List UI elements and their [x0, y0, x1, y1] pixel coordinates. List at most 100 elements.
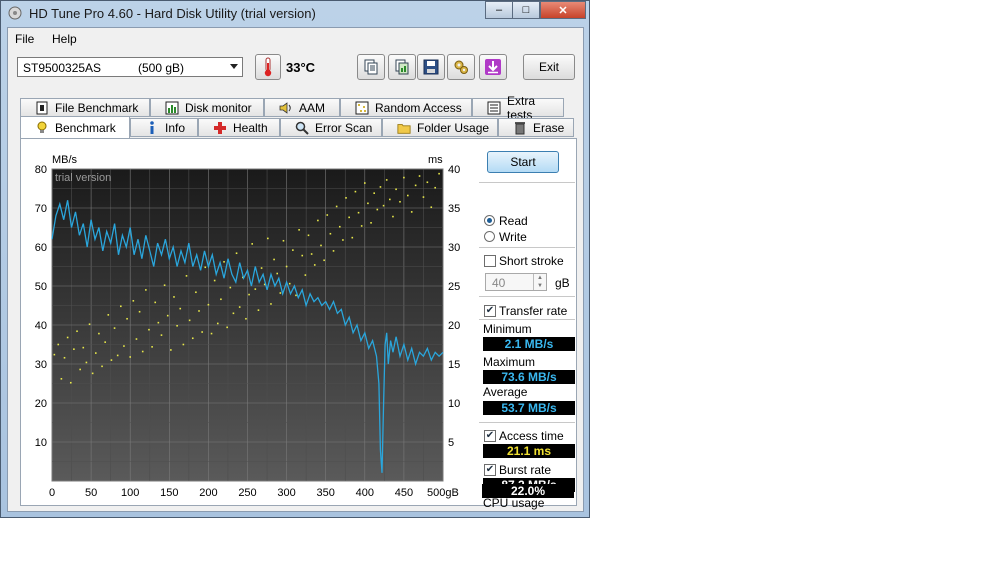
drive-select[interactable]: ST9500325AS (500 gB): [17, 57, 243, 77]
burst-rate-checkbox[interactable]: ✔: [484, 464, 496, 476]
x-tick-label: 350: [317, 487, 335, 499]
access-time-point: [338, 225, 341, 228]
short-stroke-stepper[interactable]: 40 ▲ ▼: [485, 273, 547, 291]
transfer-rate-checkbox[interactable]: ✔: [484, 305, 496, 317]
access-time-point: [63, 356, 66, 359]
tab-label: Random Access: [375, 100, 462, 115]
access-time-point: [145, 289, 147, 291]
y-left-tick-label: 70: [35, 203, 47, 215]
thermometer-icon: [264, 57, 272, 77]
stepper-down-icon[interactable]: ▼: [533, 282, 546, 290]
menu-help[interactable]: Help: [52, 32, 77, 46]
access-time-point: [379, 186, 382, 188]
access-time-checkbox[interactable]: ✔: [484, 430, 496, 442]
y-right-tick-label: 25: [448, 281, 460, 293]
access-time-point: [414, 184, 417, 187]
access-time-point: [53, 353, 56, 356]
drive-size: (500 gB): [138, 61, 185, 75]
access-time-point: [326, 214, 329, 216]
access-time-point: [138, 310, 141, 313]
close-button[interactable]: ✕: [540, 1, 586, 19]
access-time-point: [376, 208, 379, 211]
access-time-point: [323, 259, 325, 262]
copy-screenshot-button[interactable]: [388, 54, 416, 80]
save-button[interactable]: [417, 54, 445, 80]
access-time-point: [254, 288, 257, 290]
trial-watermark: trial version: [55, 172, 111, 184]
access-time-point: [301, 254, 304, 257]
short-stroke-label: Short stroke: [499, 254, 564, 268]
x-tick-label: 100: [121, 487, 139, 499]
tab-label: Folder Usage: [417, 120, 490, 135]
access-time-point: [329, 232, 332, 235]
access-time-point: [154, 301, 157, 304]
access-time-point: [148, 328, 150, 331]
stepper-up-icon[interactable]: ▲: [533, 274, 546, 282]
tab-label: Health: [233, 120, 268, 135]
access-time-point: [76, 330, 78, 333]
access-time-point: [304, 274, 307, 276]
access-time-point: [101, 365, 103, 368]
access-time-point: [173, 296, 175, 298]
access-time-label: Access time: [499, 429, 564, 443]
tab-info[interactable]: Info: [130, 118, 198, 137]
tab-extra-tests[interactable]: Extra tests: [472, 94, 564, 122]
tab-erase[interactable]: Erase: [498, 118, 574, 137]
access-time-point: [373, 192, 375, 194]
app-window: HD Tune Pro 4.60 - Hard Disk Utility (tr…: [0, 0, 590, 518]
burst-rate-label: Burst rate: [499, 463, 552, 477]
access-time-point: [120, 305, 122, 308]
copy-screenshot-icon: [395, 59, 409, 75]
divider: [479, 319, 575, 320]
access-time-point: [348, 216, 350, 219]
x-tick-label: 250: [238, 487, 256, 499]
tab-health[interactable]: Health: [198, 118, 280, 137]
short-stroke-checkbox[interactable]: [484, 255, 496, 267]
start-button[interactable]: Start: [487, 151, 559, 173]
access-time-point: [91, 372, 94, 375]
access-time-point: [201, 331, 203, 333]
close-icon: ✕: [558, 4, 568, 17]
tab-benchmark[interactable]: Benchmark: [20, 116, 130, 138]
access-time-point: [57, 343, 60, 346]
write-radio[interactable]: [484, 231, 495, 242]
download-button[interactable]: [479, 54, 507, 80]
access-time-point: [160, 334, 163, 336]
access-time-point: [107, 314, 110, 316]
title-bar[interactable]: HD Tune Pro 4.60 - Hard Disk Utility (tr…: [1, 1, 589, 27]
tab-error-scan[interactable]: Error Scan: [280, 118, 382, 137]
tab-random-access[interactable]: Random Access: [340, 98, 472, 117]
divider: [479, 247, 575, 248]
maximize-icon: □: [522, 4, 530, 16]
copy-text-button[interactable]: [357, 54, 385, 80]
access-time-point: [179, 307, 182, 310]
exit-button[interactable]: Exit: [523, 54, 575, 80]
access-time-point: [73, 348, 75, 350]
maximize-button[interactable]: □: [512, 1, 540, 19]
access-time-point: [399, 200, 401, 203]
minimize-button[interactable]: –: [485, 1, 513, 19]
access-time-point: [104, 341, 106, 343]
menu-file[interactable]: File: [15, 32, 34, 46]
access-time-point: [422, 196, 425, 198]
access-time-point: [430, 206, 433, 209]
copy-text-icon: [364, 59, 378, 75]
download-icon: [485, 59, 501, 75]
tab-disk-monitor[interactable]: Disk monitor: [150, 98, 264, 117]
tab-file-benchmark[interactable]: File Benchmark: [20, 98, 150, 117]
read-radio[interactable]: [484, 215, 495, 226]
temperature-button[interactable]: [255, 54, 281, 80]
tab-folder-usage[interactable]: Folder Usage: [382, 118, 498, 137]
access-time-point: [170, 349, 172, 351]
access-time-point: [345, 197, 347, 199]
toolbar: ST9500325AS (500 gB) 33°C Exit: [8, 52, 583, 92]
access-time-point: [110, 359, 113, 361]
access-time-point: [426, 181, 429, 184]
options-button[interactable]: [447, 54, 475, 80]
x-tick-label: 300: [277, 487, 295, 499]
access-time-point: [88, 323, 91, 326]
y-axis-left-label: MB/s: [52, 154, 78, 166]
tab-aam[interactable]: AAM: [264, 98, 340, 117]
access-time-point: [60, 378, 63, 380]
access-time-point: [351, 236, 354, 239]
